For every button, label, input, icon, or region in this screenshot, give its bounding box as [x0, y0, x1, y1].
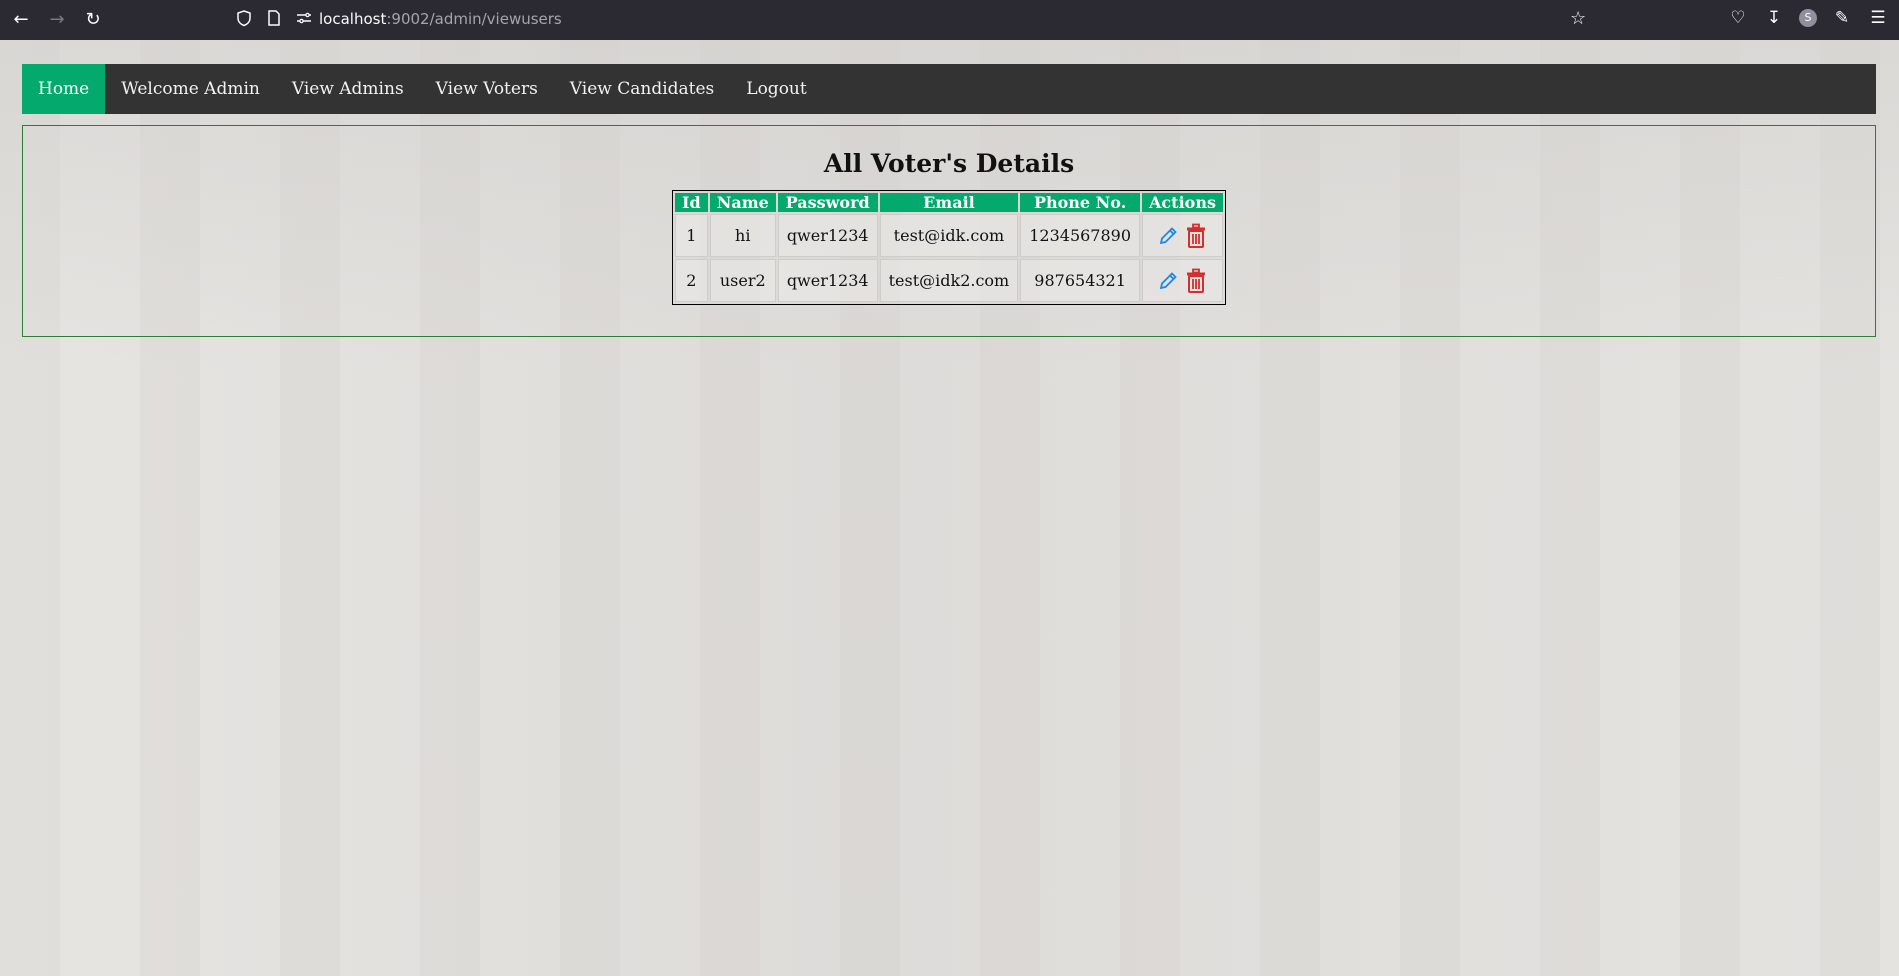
header-name: Name: [709, 193, 776, 212]
content-panel: All Voter's Details Id Name Password Ema…: [22, 125, 1876, 337]
cell-password: qwer1234: [777, 214, 878, 257]
url-bar[interactable]: localhost:9002/admin/viewusers: [319, 10, 562, 28]
menu-icon[interactable]: ☰: [1867, 8, 1889, 28]
shield-icon[interactable]: [235, 9, 253, 27]
nav-view-voters[interactable]: View Voters: [420, 64, 554, 114]
nav-view-admins[interactable]: View Admins: [276, 64, 420, 114]
cell-id: 2: [675, 259, 708, 302]
forward-icon[interactable]: →: [44, 8, 70, 32]
header-password: Password: [777, 193, 878, 212]
pencil-icon[interactable]: [1157, 225, 1179, 247]
page-title: All Voter's Details: [823, 149, 1075, 178]
browser-toolbar: ← → ↻ localhost:9002/admin/viewusers ☆ ♡…: [0, 0, 1899, 40]
cell-actions: [1142, 214, 1223, 257]
cell-phone: 987654321: [1020, 259, 1141, 302]
pocket-icon[interactable]: ♡: [1727, 8, 1749, 28]
nav-view-candidates[interactable]: View Candidates: [554, 64, 730, 114]
back-icon[interactable]: ←: [8, 8, 34, 32]
trash-icon[interactable]: [1185, 268, 1207, 294]
extensions-icon[interactable]: ✎: [1831, 8, 1853, 28]
pencil-icon[interactable]: [1157, 270, 1179, 292]
header-id: Id: [675, 193, 708, 212]
reload-icon[interactable]: ↻: [80, 8, 106, 32]
table-row: 1 hi qwer1234 test@idk.com 1234567890: [675, 214, 1223, 257]
nav-welcome-admin[interactable]: Welcome Admin: [105, 64, 276, 114]
url-path: :9002/admin/viewusers: [386, 10, 562, 28]
header-phone: Phone No.: [1020, 193, 1141, 212]
table-row: 2 user2 qwer1234 test@idk2.com 987654321: [675, 259, 1223, 302]
header-email: Email: [879, 193, 1019, 212]
nav-home[interactable]: Home: [22, 64, 106, 114]
nav-logout[interactable]: Logout: [730, 64, 822, 114]
cell-password: qwer1234: [777, 259, 878, 302]
permissions-icon[interactable]: [295, 9, 313, 27]
bookmark-star-icon[interactable]: ☆: [1570, 8, 1586, 29]
download-icon[interactable]: ↧: [1763, 8, 1785, 28]
table-header-row: Id Name Password Email Phone No. Actions: [675, 193, 1223, 212]
profile-avatar[interactable]: S: [1799, 9, 1817, 27]
cell-actions: [1142, 259, 1223, 302]
cell-name: user2: [709, 259, 776, 302]
header-actions: Actions: [1142, 193, 1223, 212]
cell-id: 1: [675, 214, 708, 257]
cell-name: hi: [709, 214, 776, 257]
cell-email: test@idk2.com: [879, 259, 1019, 302]
voters-table: Id Name Password Email Phone No. Actions…: [672, 190, 1226, 305]
page-icon[interactable]: [265, 9, 283, 27]
cell-email: test@idk.com: [879, 214, 1019, 257]
top-navigation: Home Welcome Admin View Admins View Vote…: [22, 64, 1876, 114]
cell-phone: 1234567890: [1020, 214, 1141, 257]
trash-icon[interactable]: [1185, 223, 1207, 249]
url-host: localhost: [319, 10, 387, 28]
